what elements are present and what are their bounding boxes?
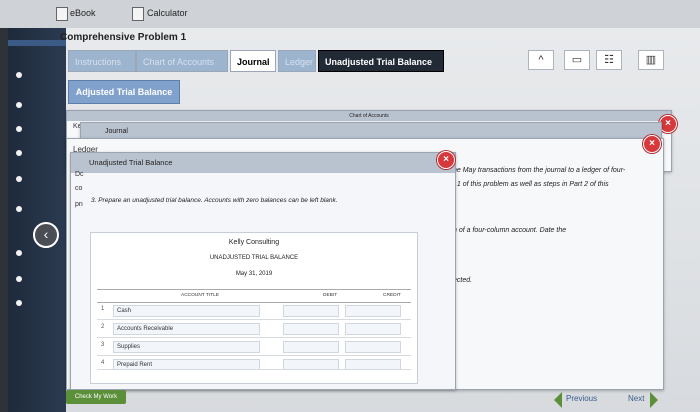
next-button[interactable]: Next bbox=[628, 394, 644, 403]
previous-arrow-icon[interactable] bbox=[554, 392, 562, 408]
split-view-button[interactable]: ☷ bbox=[596, 50, 622, 70]
column-header-account: ACCOUNT TITLE bbox=[181, 293, 219, 298]
left-sidebar bbox=[8, 0, 66, 412]
account-title-field[interactable]: Supplies bbox=[113, 341, 260, 353]
debit-field[interactable] bbox=[283, 359, 339, 369]
sidebar-dot[interactable] bbox=[16, 250, 22, 256]
report-title: UNADJUSTED TRIAL BALANCE bbox=[209, 255, 299, 261]
report-date: May 31, 2019 bbox=[235, 271, 273, 277]
chevron-left-icon: ‹ bbox=[43, 226, 49, 242]
debit-field[interactable] bbox=[283, 305, 339, 317]
window-title: Chart of Accounts bbox=[67, 111, 671, 121]
question-prompt: 3. Prepare an unadjusted trial balance. … bbox=[91, 197, 338, 204]
book-icon bbox=[56, 7, 68, 21]
sidebar-dot[interactable] bbox=[16, 72, 22, 78]
table-row: 4 Prepaid Rent bbox=[97, 355, 411, 370]
tab-instructions[interactable]: Instructions bbox=[68, 50, 136, 72]
tab-ledger[interactable]: Ledger bbox=[278, 50, 316, 72]
top-toolbar: eBook Calculator bbox=[0, 0, 700, 28]
credit-field[interactable] bbox=[345, 323, 401, 335]
sidebar-dot[interactable] bbox=[16, 176, 22, 182]
page-title: Comprehensive Problem 1 bbox=[60, 32, 187, 43]
row-number: 1 bbox=[101, 306, 105, 312]
calculator-icon bbox=[132, 7, 144, 21]
previous-button[interactable]: Previous bbox=[566, 394, 597, 403]
tab-adjusted-trial-balance[interactable]: Adjusted Trial Balance bbox=[68, 80, 180, 104]
sidebar-dot[interactable] bbox=[16, 102, 22, 108]
debit-field[interactable] bbox=[283, 341, 339, 353]
split-view-icon: ☷ bbox=[604, 54, 614, 66]
tab-journal[interactable]: Journal bbox=[230, 50, 276, 72]
sidebar-bar bbox=[8, 40, 66, 46]
next-arrow-icon[interactable] bbox=[650, 392, 658, 408]
table-row: 3 Supplies bbox=[97, 337, 411, 356]
sidebar-dot[interactable] bbox=[16, 206, 22, 212]
instructions-text: t 1 of this problem as well as steps in … bbox=[453, 181, 609, 188]
table-row: 1 Cash bbox=[97, 301, 411, 320]
window-text-fragment: co bbox=[75, 185, 83, 192]
credit-field[interactable] bbox=[345, 359, 401, 369]
sidebar-dot[interactable] bbox=[16, 126, 22, 132]
account-title-field[interactable]: Cash bbox=[113, 305, 260, 317]
tab-unadjusted-trial-balance[interactable]: Unadjusted Trial Balance bbox=[318, 50, 444, 72]
instructions-text: n of a four-column account. Date the bbox=[453, 227, 567, 234]
tab-chart-of-accounts[interactable]: Chart of Accounts bbox=[136, 50, 228, 72]
chevron-up-icon: ^ bbox=[538, 54, 544, 66]
grid-icon: ▥ bbox=[645, 54, 657, 66]
ebook-link[interactable]: eBook bbox=[70, 8, 96, 18]
row-number: 3 bbox=[101, 342, 105, 348]
table-row: 2 Accounts Receivable bbox=[97, 319, 411, 338]
collapse-button[interactable]: ^ bbox=[528, 50, 554, 70]
window-view-button[interactable]: ▭ bbox=[564, 50, 590, 70]
instructions-text: he May transactions from the journal to … bbox=[453, 167, 626, 174]
account-title-field[interactable]: Prepaid Rent bbox=[113, 359, 260, 369]
window-text-fragment: Dc bbox=[75, 171, 84, 178]
close-icon[interactable]: × bbox=[437, 151, 455, 169]
window-icon: ▭ bbox=[571, 54, 583, 66]
column-header-credit: CREDIT bbox=[383, 293, 401, 298]
window-text-fragment: pn bbox=[75, 201, 83, 208]
credit-field[interactable] bbox=[345, 305, 401, 317]
row-number: 2 bbox=[101, 324, 105, 330]
credit-field[interactable] bbox=[345, 341, 401, 353]
trial-balance-worksheet: Kelly Consulting UNADJUSTED TRIAL BALANC… bbox=[90, 232, 418, 384]
check-my-work-button[interactable]: Check My Work bbox=[66, 390, 126, 404]
calculator-link[interactable]: Calculator bbox=[147, 8, 188, 18]
sidebar-dot[interactable] bbox=[16, 276, 22, 282]
sidebar-dot[interactable] bbox=[16, 300, 22, 306]
account-title-field[interactable]: Accounts Receivable bbox=[113, 323, 260, 335]
close-icon[interactable]: × bbox=[643, 135, 661, 153]
row-number: 4 bbox=[101, 360, 105, 366]
column-header-debit: DEBIT bbox=[323, 293, 338, 298]
debit-field[interactable] bbox=[283, 323, 339, 335]
window-title: Unadjusted Trial Balance bbox=[71, 153, 455, 173]
sidebar-dot[interactable] bbox=[16, 150, 22, 156]
company-name: Kelly Consulting bbox=[228, 239, 280, 246]
back-chevron-button[interactable]: ‹ bbox=[33, 222, 59, 248]
grid-view-button[interactable]: ▥ bbox=[638, 50, 664, 70]
